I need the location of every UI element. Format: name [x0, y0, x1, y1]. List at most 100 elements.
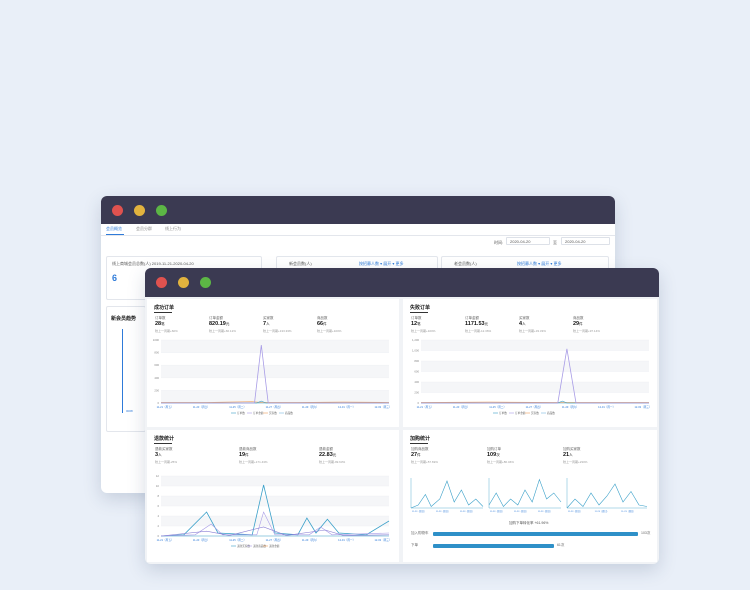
date-end-input[interactable]: 2020-04-20: [561, 237, 610, 245]
legend-label: 商品数: [285, 411, 293, 415]
y-tick-label: 1,200: [412, 338, 419, 342]
funnel-value: 61次: [556, 543, 565, 547]
close-dot[interactable]: [112, 205, 123, 216]
minimize-dot[interactable]: [178, 277, 189, 288]
funnel-label: 下单: [411, 543, 418, 547]
legend-label: 订单数: [499, 411, 507, 415]
cart-mini-charts: 11-23（周日） 11-23（周日） 11-23（周日） 11-23（周日） 11-2…: [410, 478, 648, 513]
x-tick-label: 12-03（周三）: [374, 405, 391, 409]
y-tick-label: 10: [156, 484, 160, 488]
cart-panel: 加购统计 加购商品数 27件 较上一周期+57.69% 加购订单 109次 较上一周期+8…: [403, 430, 657, 562]
y-tick-label: 2: [157, 524, 159, 528]
y-tick-label: 1,000: [412, 349, 419, 353]
mini-x-tick: 11-23（周日）: [514, 509, 528, 513]
x-tick-label: 12-01（周一）: [338, 538, 355, 542]
mini-series-line: [410, 480, 484, 509]
funnel-bar: [433, 532, 638, 536]
legend-label: 订单金额: [515, 411, 526, 415]
trend-x-tick: 0008: [126, 409, 133, 413]
date-separator: 至: [553, 240, 557, 245]
funnel-value: 103次: [641, 531, 651, 535]
y-tick-label: 200: [154, 388, 159, 392]
mini-x-tick: 11-23（周日）: [538, 509, 552, 513]
y-tick-label: 0: [157, 401, 159, 405]
grid-band: [421, 382, 649, 393]
mini-series-line: [488, 478, 562, 508]
mini-x-tick: 11-23（周日）: [490, 509, 504, 513]
new-members-label: 新会员数(人): [289, 261, 312, 266]
legend-label: 买家数: [269, 411, 277, 415]
x-tick-label: 11-23（周日）: [193, 405, 210, 409]
legend-label: 订单数: [237, 411, 245, 415]
funnel-label: 加入购物车: [411, 531, 429, 535]
success-orders-chart: 1000 800 600 400 200 011-21（周五） 11-23（周日） 11-25…: [153, 338, 392, 415]
window-titlebar: [145, 268, 659, 297]
new-members-controls[interactable]: 按招募人数 ▾ 展开 ▾ 更多: [359, 261, 403, 267]
window-titlebar: [101, 196, 615, 224]
x-tick-label: 11-21（周五）: [157, 538, 174, 542]
x-tick-label: 11-25（周二）: [229, 405, 246, 409]
tab-online-behavior[interactable]: 线上行为: [165, 226, 181, 232]
legend-label: 买家数: [531, 411, 539, 415]
y-tick-label: 600: [414, 370, 419, 374]
grid-band: [161, 516, 389, 526]
x-tick-label: 12-01（周一）: [598, 405, 615, 409]
new-member-trend-title: 新会员趋势: [111, 316, 137, 322]
x-tick-label: 11-27（周四）: [526, 405, 543, 409]
x-tick-label: 11-23（周日）: [453, 405, 470, 409]
y-tick-label: 12: [156, 474, 160, 478]
mini-x-tick: 11-23（周日）: [460, 509, 474, 513]
grid-band: [161, 476, 389, 486]
mini-x-tick: 11-23（周日）: [412, 509, 426, 513]
y-tick-label: 0: [157, 534, 159, 538]
total-members-value: 6: [112, 273, 118, 283]
y-tick-label: 400: [414, 380, 419, 384]
series-line: [160, 484, 390, 537]
x-tick-label: 11-29（周六）: [302, 405, 319, 409]
close-dot[interactable]: [156, 277, 167, 288]
y-tick-label: 200: [414, 391, 419, 395]
old-members-controls[interactable]: 按招募人数 ▾ 展开 ▾ 更多: [517, 261, 561, 267]
date-start-input[interactable]: 2020-04-20: [506, 237, 550, 245]
x-tick-label: 11-21（周五）: [417, 405, 434, 409]
x-tick-label: 11-21（周五）: [157, 405, 174, 409]
tab-member-overview[interactable]: 会员概览: [106, 226, 122, 232]
active-tab-underline: [106, 234, 124, 235]
y-tick-label: 800: [414, 359, 419, 363]
y-tick-label: 600: [154, 363, 159, 367]
y-tick-label: 0: [417, 401, 419, 405]
x-tick-label: 12-01（周一）: [338, 405, 355, 409]
legend-label: 商品数: [547, 411, 555, 415]
y-tick-label: 8: [157, 494, 159, 498]
mini-series-line: [566, 483, 648, 509]
refund-chart: 12 10 8 6 4 2 011-21（周五） 11-23（周日） 11-25（周二） 11-2…: [156, 474, 392, 548]
mini-x-tick: 11-23（周日）: [436, 509, 450, 513]
grid-band: [161, 340, 389, 353]
old-members-label: 老会员数(人): [454, 261, 477, 266]
grid-band: [421, 340, 649, 351]
tab-member-segments[interactable]: 会员分群: [136, 226, 152, 232]
maximize-dot[interactable]: [200, 277, 211, 288]
y-tick-label: 4: [157, 514, 159, 518]
maximize-dot[interactable]: [156, 205, 167, 216]
x-tick-label: 11-27（周四）: [266, 538, 283, 542]
grid-band: [161, 365, 389, 378]
legend-label: 退款金额: [269, 544, 280, 548]
failed-orders-panel: 失败订单 订单数 12笔 较上一周期+100% 订单金额 1171.53元 较上一周期-1…: [403, 299, 657, 427]
grid-band: [421, 361, 649, 372]
grid-band: [161, 390, 389, 403]
x-tick-label: 12-03（周三）: [374, 538, 391, 542]
x-tick-label: 11-27（周四）: [266, 405, 283, 409]
grid-band: [161, 496, 389, 506]
success-orders-panel: 成功订单 订单数 28笔 较上一周期+60% 订单金额 820.19元 较上一周期+66.…: [147, 299, 399, 427]
x-tick-label: 11-23（周日）: [193, 538, 210, 542]
trend-axis-line: [122, 329, 123, 413]
minimize-dot[interactable]: [134, 205, 145, 216]
funnel-bar: [433, 544, 554, 548]
cart-conversion-title: 加购下单转化率 +61.96%: [509, 521, 549, 525]
x-tick-label: 12-03（周三）: [634, 405, 651, 409]
x-tick-label: 11-25（周二）: [489, 405, 506, 409]
series-line: [421, 348, 649, 404]
order-stats-window: 成功订单 订单数 28笔 较上一周期+60% 订单金额 820.19元 较上一周期+66.…: [145, 268, 659, 564]
total-members-label: 线上商城会员总数(人) 2019-11-21-2020-04-20: [112, 261, 194, 266]
